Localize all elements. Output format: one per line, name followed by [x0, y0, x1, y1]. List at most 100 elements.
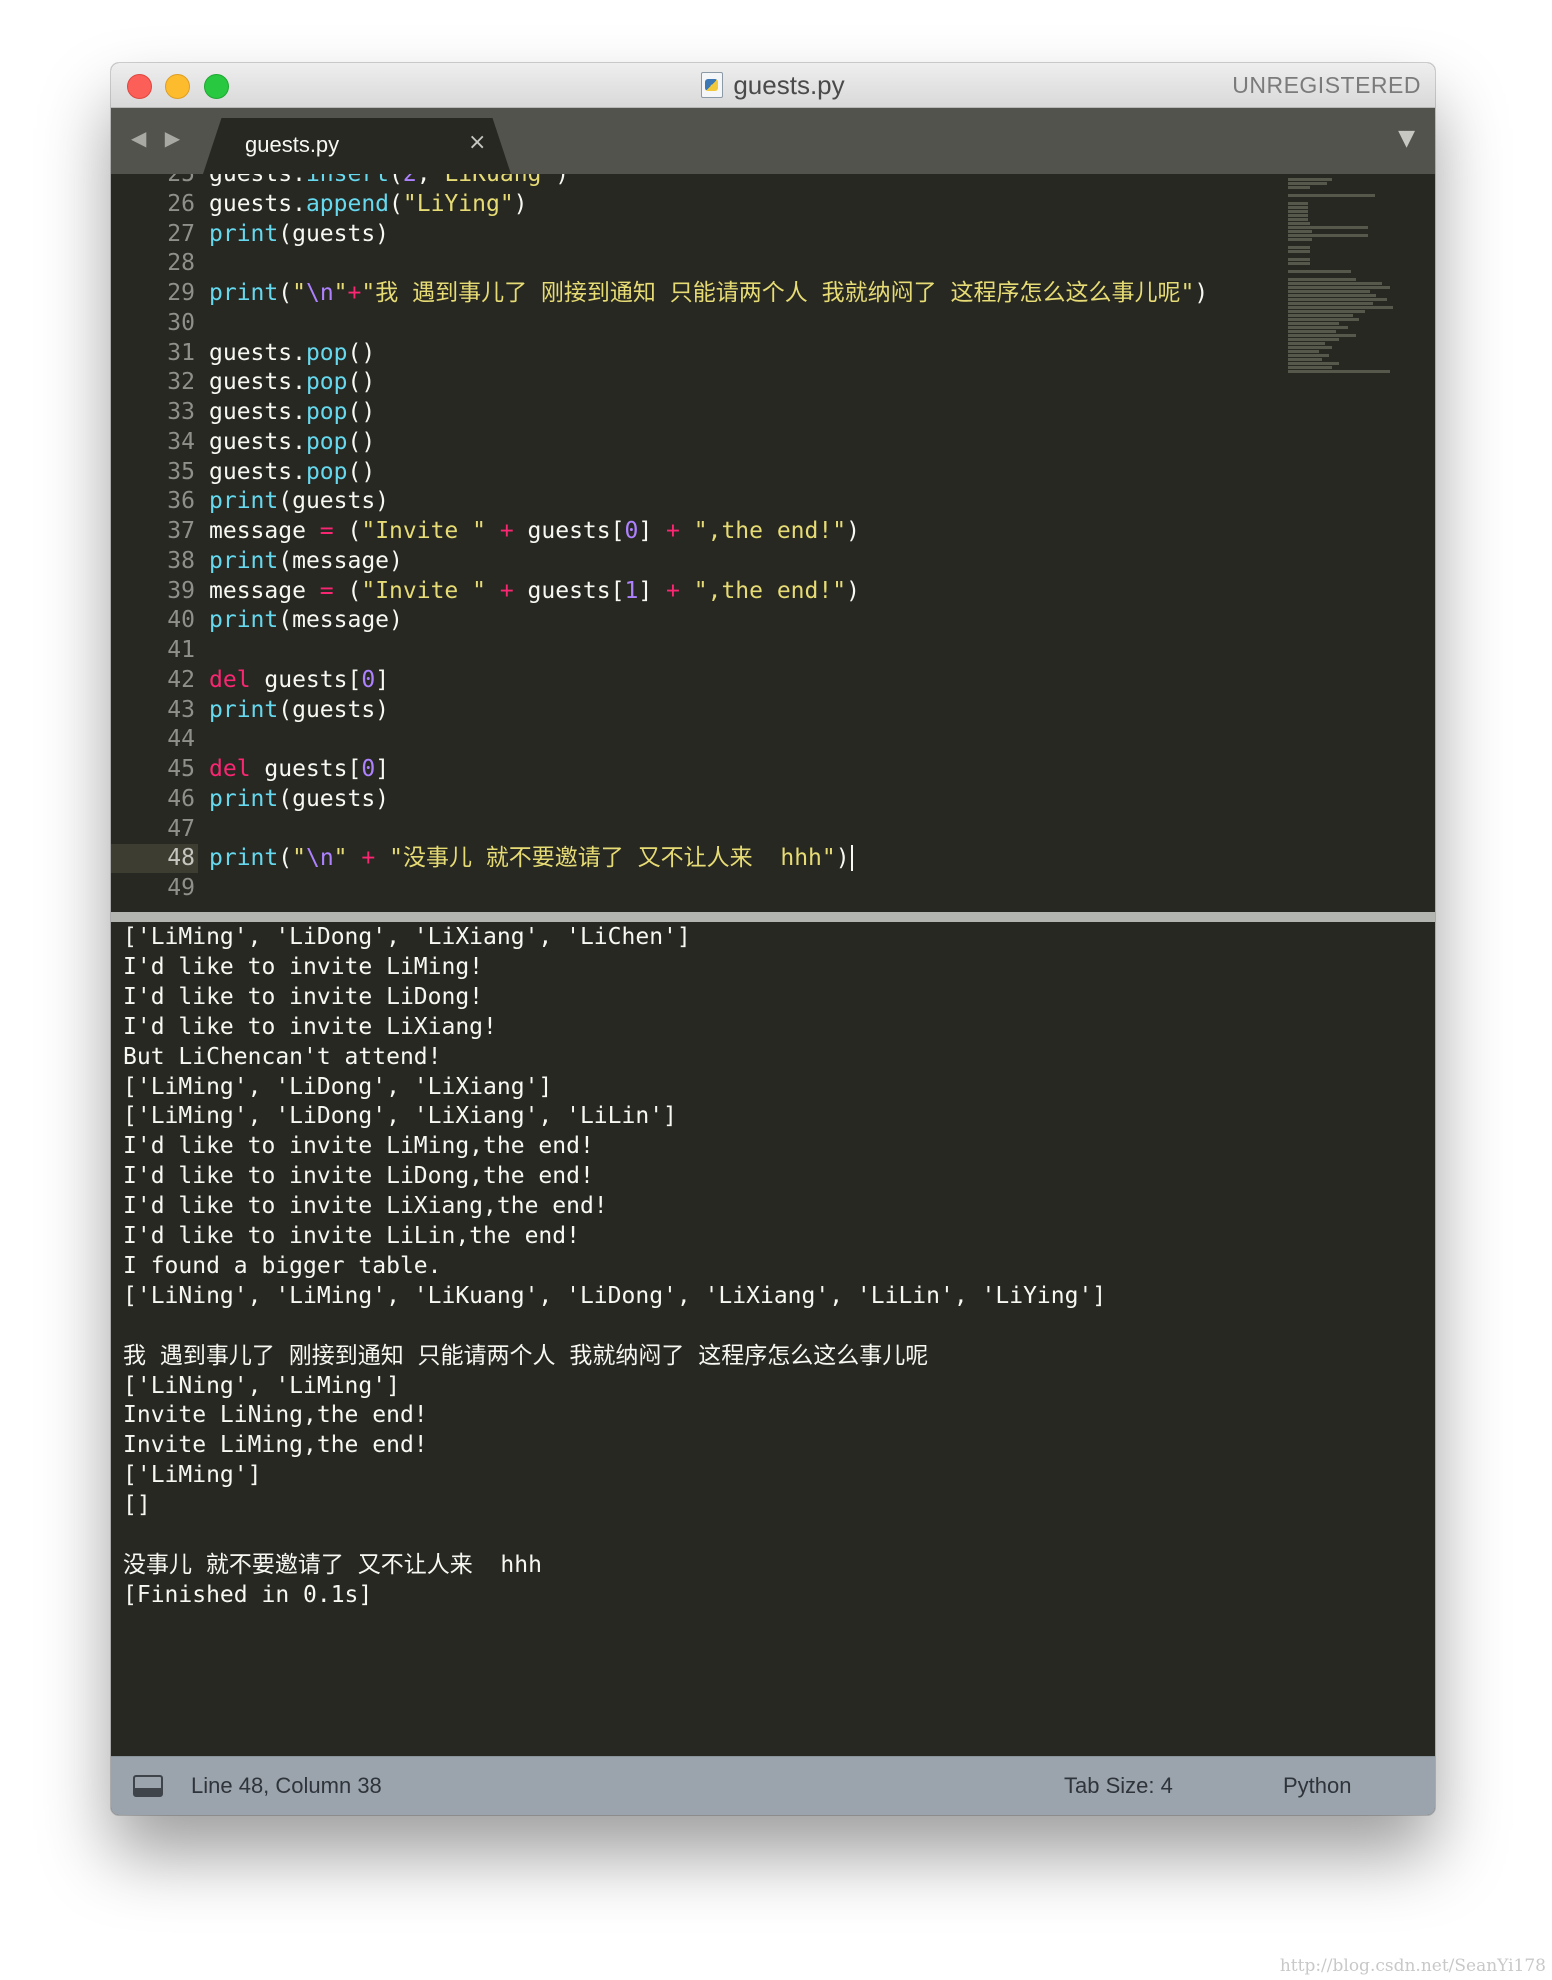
- output-line: I'd like to invite LiMing,the end!: [123, 1133, 594, 1160]
- code-line[interactable]: 35 guests.pop(): [111, 458, 1435, 487]
- line-number: 48: [111, 844, 198, 874]
- line-number: 41: [167, 637, 195, 663]
- output-line: I found a bigger table.: [123, 1252, 442, 1279]
- code-line[interactable]: 43 print(guests): [111, 696, 1435, 725]
- status-bar: Line 48, Column 38 Tab Size: 4 Python: [111, 1756, 1435, 1815]
- code-line[interactable]: 30: [111, 309, 1435, 338]
- syntax-selector[interactable]: Python: [1283, 1773, 1352, 1799]
- panel-splitter[interactable]: [111, 912, 1435, 922]
- line-code: del guests[0]: [209, 756, 390, 782]
- output-line: Invite LiMing,the end!: [123, 1432, 428, 1459]
- unregistered-label: UNREGISTERED: [1232, 72, 1421, 98]
- line-number: 27: [167, 220, 195, 247]
- tab-bar: ◀ ▶ guests.py × ▼: [111, 108, 1435, 174]
- output-line: ['LiNing', 'LiMing']: [123, 1372, 400, 1399]
- code-line[interactable]: 28: [111, 249, 1435, 278]
- build-output-panel[interactable]: ['LiMing', 'LiDong', 'LiXiang', 'LiChen'…: [115, 922, 1431, 1756]
- text-cursor: [850, 845, 853, 872]
- output-line: ['LiMing', 'LiDong', 'LiXiang', 'LiLin']: [123, 1103, 677, 1130]
- watermark: http://blog.csdn.net/SeanYi178: [1279, 1956, 1546, 1976]
- line-number: 42: [167, 666, 195, 693]
- output-line: ['LiNing', 'LiMing', 'LiKuang', 'LiDong'…: [123, 1282, 1107, 1309]
- line-number: 44: [167, 726, 195, 753]
- code-line[interactable]: 49: [111, 874, 1435, 903]
- python-file-icon: [701, 72, 724, 98]
- code-line[interactable]: 45 del guests[0]: [111, 755, 1435, 784]
- line-code: print(guests): [209, 785, 390, 812]
- code-line[interactable]: 42 del guests[0]: [111, 666, 1435, 695]
- line-number: 26: [167, 190, 195, 217]
- code-line[interactable]: 38 print(message): [111, 547, 1435, 576]
- output-line: 我 遇到事儿了 刚接到通知 只能请两个人 我就纳闷了 这程序怎么这么事儿呢: [123, 1342, 929, 1369]
- line-code: print(message): [209, 607, 403, 634]
- line-number: 34: [167, 428, 195, 455]
- line-code: print("\n"+"我 遇到事儿了 刚接到通知 只能请两个人 我就纳闷了 这…: [209, 280, 1209, 306]
- code-line[interactable]: 33 guests.pop(): [111, 398, 1435, 427]
- editor-window: guests.py UNREGISTERED ◀ ▶ guests.py × ▼…: [111, 63, 1435, 1815]
- line-code: del guests[0]: [209, 666, 390, 693]
- code-line[interactable]: 32 guests.pop(): [111, 368, 1435, 397]
- code-line[interactable]: 29 print("\n"+"我 遇到事儿了 刚接到通知 只能请两个人 我就纳闷了…: [111, 279, 1435, 308]
- line-code: guests.pop(): [209, 369, 376, 396]
- code-line[interactable]: 48 print("\n" + "没事儿 就不要邀请了 又不让人来 hhh"): [111, 844, 1435, 874]
- line-code: guests.append("LiYing"): [209, 190, 528, 217]
- output-line: ['LiMing', 'LiDong', 'LiXiang', 'LiChen'…: [123, 924, 691, 950]
- code-line[interactable]: 27 print(guests): [111, 220, 1435, 249]
- line-code: print(message): [209, 547, 403, 574]
- tab-menu-chevron-icon[interactable]: ▼: [1398, 126, 1415, 151]
- output-line: I'd like to invite LiXiang!: [123, 1013, 497, 1040]
- line-number: 30: [167, 309, 195, 336]
- code-line[interactable]: 25 guests.insert(2,"LiKuang"): [111, 174, 1435, 189]
- line-number: 31: [167, 339, 195, 366]
- line-number: 49: [167, 875, 195, 901]
- code-line[interactable]: 34 guests.pop(): [111, 428, 1435, 457]
- line-number: 43: [167, 696, 195, 723]
- code-line[interactable]: 44: [111, 725, 1435, 754]
- code-editor[interactable]: 25 guests.insert(2,"LiKuang") 26 guests.app…: [111, 174, 1435, 912]
- line-code: message = ("Invite " + guests[0] + ",the…: [209, 518, 860, 544]
- code-line[interactable]: 26 guests.append("LiYing"): [111, 190, 1435, 219]
- output-line: I'd like to invite LiMing!: [123, 953, 484, 980]
- line-number: 39: [167, 577, 195, 604]
- tab-close-icon[interactable]: ×: [468, 130, 486, 155]
- tab-label: guests.py: [245, 132, 340, 157]
- line-code: guests.pop(): [209, 428, 376, 455]
- output-line: [Finished in 0.1s]: [123, 1581, 373, 1608]
- line-code: print(guests): [209, 696, 390, 723]
- line-number: 37: [167, 518, 195, 544]
- line-number: 32: [167, 369, 195, 396]
- window-title: guests.py: [733, 69, 845, 100]
- tab-size-selector[interactable]: Tab Size: 4: [1064, 1773, 1173, 1799]
- code-line[interactable]: 36 print(guests): [111, 487, 1435, 516]
- code-line[interactable]: 37 message = ("Invite " + guests[0] + ",t…: [111, 517, 1435, 546]
- tab-guests-py[interactable]: guests.py ×: [203, 118, 511, 174]
- output-line: 没事儿 就不要邀请了 又不让人来 hhh: [123, 1551, 542, 1578]
- code-line[interactable]: 46 print(guests): [111, 785, 1435, 814]
- output-line: []: [123, 1492, 151, 1519]
- line-number: 35: [167, 458, 195, 485]
- line-code: guests.pop(): [209, 339, 376, 366]
- line-number: 40: [167, 607, 195, 634]
- code-line[interactable]: 40 print(message): [111, 606, 1435, 635]
- line-code: print(guests): [209, 488, 390, 515]
- line-number: 47: [167, 815, 195, 842]
- line-code: print(guests): [209, 220, 390, 247]
- cursor-position: Line 48, Column 38: [191, 1773, 382, 1798]
- panel-toggle-icon[interactable]: [133, 1775, 163, 1797]
- line-number: 38: [167, 547, 195, 574]
- output-line: Invite LiNing,the end!: [123, 1402, 428, 1429]
- line-code: guests.pop(): [209, 458, 376, 485]
- code-line[interactable]: 41: [111, 636, 1435, 665]
- line-code: print("\n" + "没事儿 就不要邀请了 又不让人来 hhh"): [209, 844, 853, 873]
- code-line[interactable]: 47: [111, 815, 1435, 844]
- line-code: guests.pop(): [209, 399, 376, 425]
- line-code: guests.insert(2,"LiKuang"): [209, 174, 570, 187]
- code-line[interactable]: 31 guests.pop(): [111, 339, 1435, 368]
- output-line: ['LiMing', 'LiDong', 'LiXiang']: [123, 1073, 553, 1100]
- output-line: I'd like to invite LiDong!: [123, 983, 484, 1010]
- tab-nav-arrows-icon[interactable]: ◀ ▶: [131, 126, 186, 150]
- code-line[interactable]: 39 message = ("Invite " + guests[1] + ",t…: [111, 577, 1435, 606]
- output-line: I'd like to invite LiDong,the end!: [123, 1163, 594, 1190]
- line-number: 45: [167, 756, 195, 782]
- line-number: 36: [167, 488, 195, 515]
